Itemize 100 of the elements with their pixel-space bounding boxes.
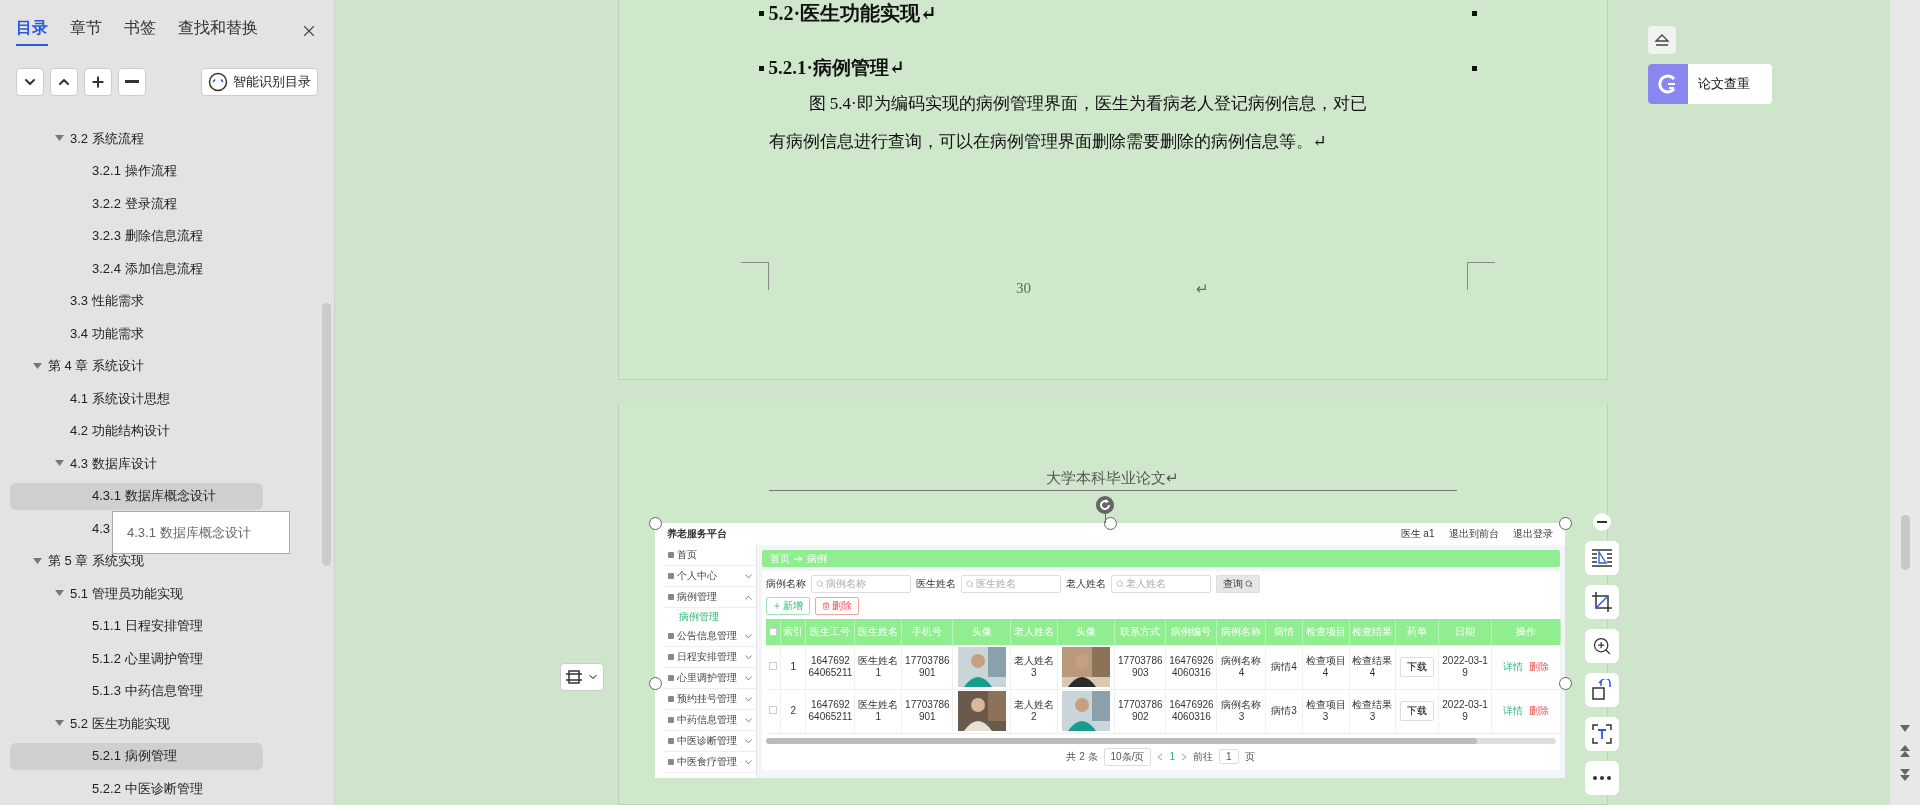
rotate-button[interactable]	[1584, 673, 1619, 707]
add-level-button[interactable]	[84, 67, 112, 96]
header-link[interactable]: 退出登录	[1512, 527, 1553, 541]
menu-item[interactable]: 公告信息管理	[662, 626, 756, 647]
goto-label: 前往	[1193, 749, 1213, 764]
filter-label: 医生姓名	[915, 577, 956, 591]
search-button[interactable]: 查询	[1215, 575, 1260, 593]
rotate-handle[interactable]	[1095, 496, 1114, 514]
menu-icon	[667, 633, 674, 639]
toc-item[interactable]: 5.2.1 病例管理	[10, 743, 263, 770]
tooltip: 4.3.1 数据库概念设计	[112, 511, 290, 554]
delete-button[interactable]: 删除	[814, 597, 859, 615]
table-cell: 病情3	[1265, 689, 1303, 733]
corner-mark	[740, 262, 769, 290]
toc-item[interactable]: 5.1.2 心里调护管理	[10, 645, 263, 672]
menu-item[interactable]: 中医食疗管理	[662, 752, 756, 773]
row-checkbox[interactable]	[768, 661, 777, 670]
page-size-select[interactable]: 10条/页	[1103, 747, 1152, 766]
resize-handle[interactable]	[648, 517, 662, 530]
table-cell: 2	[780, 689, 806, 733]
crop-button[interactable]	[1584, 585, 1619, 619]
row-checkbox[interactable]	[768, 706, 777, 714]
download-button[interactable]: 下载	[1400, 701, 1435, 721]
next-page-icon[interactable]	[1900, 769, 1910, 781]
menu-item[interactable]: 个人中心	[662, 566, 756, 587]
previous-page-icon[interactable]	[1900, 745, 1910, 757]
download-button[interactable]: 下载	[1400, 656, 1435, 677]
expand-arrow-icon[interactable]	[33, 556, 42, 566]
layout-options-button[interactable]	[559, 663, 604, 691]
header-link[interactable]: 医生 a1	[1400, 527, 1435, 541]
table-cell: 17703786902	[1114, 689, 1166, 733]
page-input[interactable]: 1	[1219, 749, 1239, 764]
toc-item[interactable]: 5.1.3 中药信息管理	[10, 678, 263, 705]
collapse-panel-button[interactable]	[1648, 26, 1676, 54]
scrollbar[interactable]	[322, 303, 331, 566]
expand-arrow-icon[interactable]	[33, 361, 42, 371]
minus-icon	[1596, 521, 1607, 523]
wrap-text-button[interactable]	[1584, 541, 1619, 575]
toc-item[interactable]: 5.2.2 中医诊断管理	[10, 775, 263, 802]
toc-item[interactable]: 3.2.4 添加信息流程	[10, 255, 263, 282]
scrollbar[interactable]	[1900, 515, 1910, 570]
toc-item[interactable]: 3.2.1 操作流程	[10, 158, 263, 185]
table-cell: 164769264060316	[1165, 645, 1217, 689]
collapse-toolbar-button[interactable]	[1592, 513, 1611, 531]
delete-link[interactable]: 删除	[1528, 660, 1549, 672]
more-icon	[1591, 775, 1612, 781]
plus-icon	[90, 73, 106, 90]
sidebar-tab[interactable]: 查找和替换	[178, 17, 258, 46]
toc-item[interactable]: 第 4 章 系统设计	[0, 353, 263, 380]
previous-icon[interactable]	[1157, 752, 1164, 761]
scroll-down-icon[interactable]	[1900, 725, 1910, 733]
menu-item[interactable]: 首页	[662, 545, 756, 566]
more-button[interactable]	[1584, 761, 1619, 795]
menu-icon	[667, 675, 674, 681]
plagiarism-check-button[interactable]: 论文查重	[1648, 64, 1772, 104]
collapse-button[interactable]	[16, 67, 44, 96]
total-count: 共 2 条	[1066, 749, 1098, 764]
sidebar-tab[interactable]: 书签	[124, 17, 156, 46]
next-icon[interactable]	[1181, 752, 1187, 761]
column-header: 检查结果	[1349, 619, 1396, 645]
select-all-checkbox[interactable]	[768, 627, 777, 636]
toc-item[interactable]: 5.1 管理员功能实现	[0, 580, 263, 607]
toc-item[interactable]: 4.1 系统设计思想	[0, 385, 263, 412]
extract-text-button[interactable]	[1584, 717, 1619, 751]
toc-item[interactable]: 3.3 性能需求	[0, 288, 263, 315]
toc-item[interactable]: 4.2 功能结构设计	[0, 418, 263, 445]
toc-item[interactable]: 4.3.1 数据库概念设计	[10, 483, 263, 510]
toc-item[interactable]: 3.2.2 登录流程	[10, 190, 263, 217]
toc-item[interactable]: 3.4 功能需求	[0, 320, 263, 347]
toc-item[interactable]: 5.1.1 日程安排管理	[10, 613, 263, 640]
toc-item[interactable]: 4.3 数据库设计	[0, 450, 263, 477]
header-link[interactable]: 退出到前台	[1448, 527, 1499, 541]
expand-arrow-icon[interactable]	[55, 459, 64, 469]
menu-item[interactable]: 中医诊断管理	[662, 731, 756, 752]
menu-item[interactable]: 日程安排管理	[662, 647, 756, 668]
menu-item[interactable]: 预约挂号管理	[662, 689, 756, 710]
menu-item[interactable]: 中药信息管理	[662, 710, 756, 731]
menu-icon	[667, 552, 674, 558]
scrollbar[interactable]	[765, 737, 1556, 744]
resize-handle[interactable]	[648, 677, 662, 690]
expand-arrow-icon[interactable]	[55, 589, 64, 599]
smart-recognize-button[interactable]: 智能识别目录	[201, 67, 318, 96]
delete-link[interactable]: 删除	[1528, 705, 1549, 716]
toc-item[interactable]: 5.2 医生功能实现	[0, 710, 263, 737]
expand-arrow-icon[interactable]	[55, 719, 64, 729]
expand-button[interactable]	[50, 67, 78, 96]
format-mark-icon	[1471, 11, 1477, 16]
toc-item[interactable]: 3.2.3 删除信息流程	[10, 223, 263, 250]
table-cell: 17703786903	[1114, 645, 1166, 689]
zoom-in-button[interactable]	[1584, 629, 1619, 663]
menu-item[interactable]: 病例管理	[662, 587, 756, 608]
expand-arrow-icon[interactable]	[55, 134, 64, 144]
sidebar-tab[interactable]: 目录	[16, 17, 48, 46]
menu-item[interactable]: 心里调护管理	[662, 668, 756, 689]
toc-item[interactable]: 3.2 系统流程	[0, 125, 263, 152]
sidebar-tab[interactable]: 章节	[70, 17, 102, 46]
remove-level-button[interactable]	[118, 67, 146, 96]
plagiarism-logo	[1648, 64, 1688, 104]
format-mark-icon	[758, 11, 764, 16]
subsection-heading: 5.2.1·病例管理↵	[767, 56, 906, 80]
